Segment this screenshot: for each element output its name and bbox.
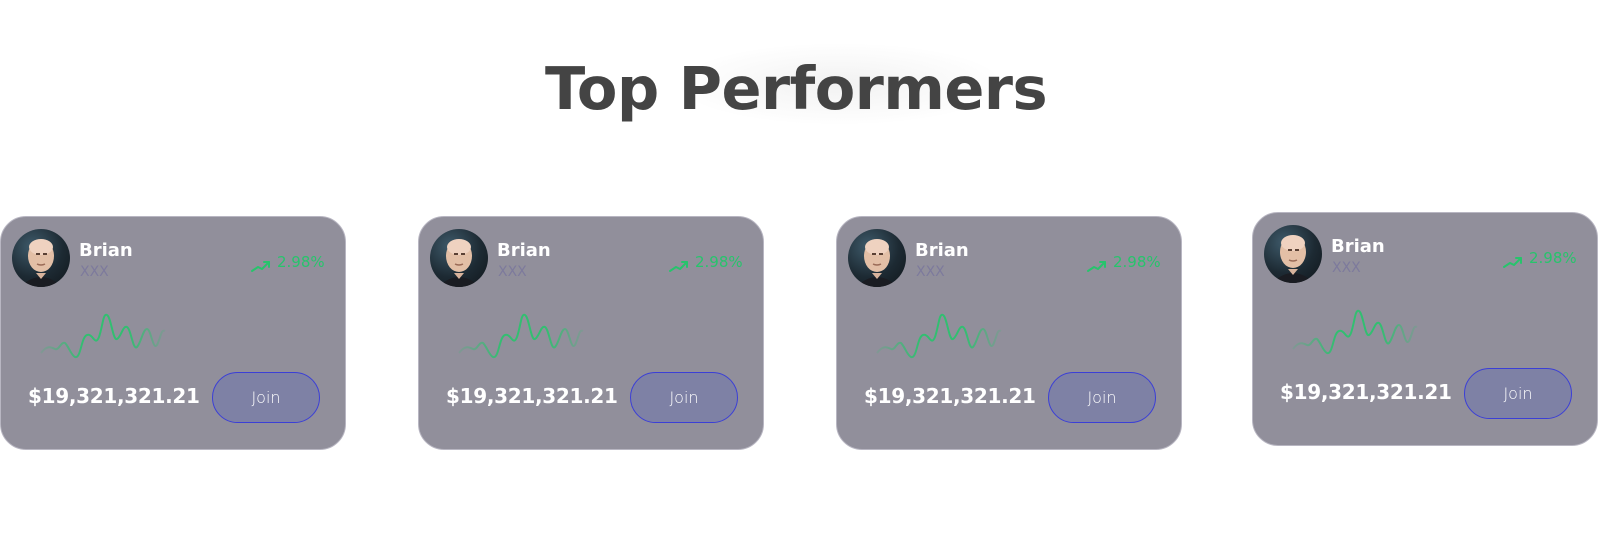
performance-change: 2.98% <box>695 253 743 271</box>
performer-card: Brian XXX 2.98% $19,321,321.21 Join <box>836 216 1182 450</box>
sparkline-chart <box>40 313 166 358</box>
performer-card: Brian XXX 2.98% $19,321,321.21 Join <box>0 216 346 450</box>
join-button[interactable]: Join <box>1464 368 1572 419</box>
page-title: Top Performers <box>545 54 1048 123</box>
performer-handle: XXX <box>1332 260 1361 276</box>
avatar <box>848 229 906 287</box>
performer-card: Brian XXX 2.98% $19,321,321.21 Join <box>1252 212 1598 446</box>
trend-up-icon <box>251 261 270 272</box>
performance-change: 2.98% <box>1529 249 1577 267</box>
title-section: Top Performers <box>520 40 1048 130</box>
sparkline-chart <box>458 313 584 358</box>
performer-handle: XXX <box>80 264 109 280</box>
sparkline-chart <box>876 313 1002 358</box>
performer-name: Brian <box>497 240 551 261</box>
performer-amount: $19,321,321.21 <box>28 384 200 408</box>
trend-up-icon <box>1087 261 1106 272</box>
performer-card: Brian XXX 2.98% $19,321,321.21 Join <box>418 216 764 450</box>
performer-handle: XXX <box>916 264 945 280</box>
trend-up-icon <box>1503 257 1522 268</box>
performer-name: Brian <box>79 240 133 261</box>
sparkline-chart <box>1292 309 1418 354</box>
performer-handle: XXX <box>498 264 527 280</box>
performance-change: 2.98% <box>1113 253 1161 271</box>
performer-name: Brian <box>1331 236 1385 257</box>
performer-amount: $19,321,321.21 <box>1280 380 1452 404</box>
avatar <box>1264 225 1322 283</box>
performance-change: 2.98% <box>277 253 325 271</box>
join-button[interactable]: Join <box>212 372 320 423</box>
trend-up-icon <box>669 261 688 272</box>
performer-amount: $19,321,321.21 <box>446 384 618 408</box>
top-performers-page: Top Performers Brian XXX 2.98% $19,321,3… <box>0 0 1600 560</box>
join-button[interactable]: Join <box>630 372 738 423</box>
join-button[interactable]: Join <box>1048 372 1156 423</box>
avatar <box>12 229 70 287</box>
performer-name: Brian <box>915 240 969 261</box>
avatar <box>430 229 488 287</box>
performer-amount: $19,321,321.21 <box>864 384 1036 408</box>
